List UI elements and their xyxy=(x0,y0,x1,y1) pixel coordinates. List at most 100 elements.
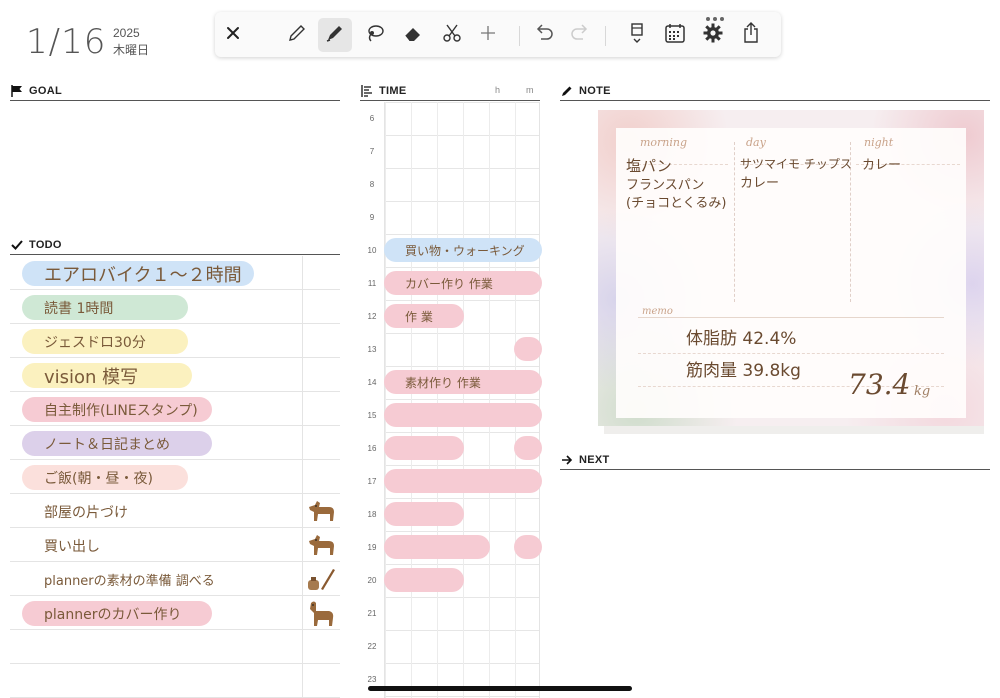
time-block[interactable] xyxy=(384,568,464,592)
todo-check-cell[interactable] xyxy=(302,460,340,493)
lasso-tool-button[interactable] xyxy=(358,18,392,52)
todo-text: plannerの素材の準備 調べる xyxy=(44,574,215,589)
next-title: NEXT xyxy=(579,453,610,466)
redo-button[interactable] xyxy=(563,18,597,52)
todo-text: ノート＆日記まとめ xyxy=(44,437,170,453)
todo-check-cell[interactable] xyxy=(302,494,340,527)
bookmark-icon xyxy=(629,21,645,49)
hour-label: 11 xyxy=(367,279,377,288)
hour-label: 14 xyxy=(367,378,377,387)
plus-icon xyxy=(479,24,497,46)
time-block[interactable] xyxy=(514,535,542,559)
todo-item[interactable]: エアロバイク１～２時間 xyxy=(10,256,340,290)
share-button[interactable] xyxy=(734,18,768,52)
todo-item[interactable] xyxy=(10,630,340,664)
date-weekday: 木曜日 xyxy=(113,43,150,57)
scissors-tool-button[interactable] xyxy=(435,18,469,52)
dog-sticker-icon xyxy=(309,501,334,521)
hour-label: 17 xyxy=(367,477,377,486)
weight-value: 73.4 xyxy=(848,368,911,401)
todo-list: エアロバイク１～２時間 読書 1時間 ジェスドロ30分 vision 模写 自主… xyxy=(10,256,340,698)
next-writing-area[interactable] xyxy=(560,470,990,690)
time-block[interactable] xyxy=(384,436,464,460)
todo-check-cell[interactable] xyxy=(302,256,340,289)
next-header: NEXT xyxy=(560,450,990,470)
todo-text: ジェスドロ30分 xyxy=(44,335,146,351)
todo-item[interactable]: ジェスドロ30分 xyxy=(10,324,340,358)
time-grid[interactable]: 6 7 8 9 10 11 12 13 14 15 16 17 18 19 20 21 22 23 買い物・ウォー… xyxy=(360,102,542,698)
time-h-label: h xyxy=(495,85,501,95)
time-block[interactable] xyxy=(384,469,542,493)
todo-item[interactable]: plannerのカバー作り xyxy=(10,596,340,630)
day-line: カレー xyxy=(740,176,780,191)
date-year: 2025 xyxy=(113,26,140,40)
todo-text: ご飯(朝・昼・夜) xyxy=(44,471,153,487)
time-block-label: カバー作り 作業 xyxy=(405,277,493,291)
todo-title: TODO xyxy=(29,238,62,251)
goal-writing-area[interactable] xyxy=(10,102,340,237)
hour-label: 8 xyxy=(369,180,375,189)
todo-check-cell[interactable] xyxy=(302,562,340,595)
close-button[interactable] xyxy=(216,18,250,52)
time-block[interactable] xyxy=(514,337,542,361)
hour-label: 10 xyxy=(367,246,377,255)
todo-check-cell[interactable] xyxy=(302,358,340,391)
eraser-tool-button[interactable] xyxy=(396,18,430,52)
hour-label: 21 xyxy=(367,609,377,618)
time-block[interactable] xyxy=(384,535,490,559)
todo-item[interactable]: 買い出し xyxy=(10,528,340,562)
pencil-tool-button[interactable] xyxy=(280,18,314,52)
todo-check-cell[interactable] xyxy=(302,426,340,459)
redo-icon xyxy=(569,23,591,47)
pen-icon xyxy=(560,84,574,98)
todo-item[interactable] xyxy=(10,664,340,698)
todo-check-cell[interactable] xyxy=(302,528,340,561)
todo-check-cell[interactable] xyxy=(302,392,340,425)
memo-label: memo xyxy=(642,306,673,317)
todo-header: TODO xyxy=(10,235,340,255)
close-icon xyxy=(225,25,241,45)
time-block[interactable] xyxy=(384,403,542,427)
todo-check-cell[interactable] xyxy=(302,596,340,629)
todo-item[interactable]: 読書 1時間 xyxy=(10,290,340,324)
hour-label: 22 xyxy=(367,642,377,651)
home-indicator[interactable] xyxy=(368,686,632,691)
todo-item[interactable]: 部屋の片づけ xyxy=(10,494,340,528)
todo-item[interactable]: 自主制作(LINEスタンプ) xyxy=(10,392,340,426)
bookmark-button[interactable] xyxy=(620,18,654,52)
todo-check-cell[interactable] xyxy=(302,290,340,323)
date-day: 1/16 xyxy=(26,22,107,62)
hour-label: 13 xyxy=(367,345,377,354)
add-button[interactable] xyxy=(471,18,505,52)
todo-check-cell[interactable] xyxy=(302,324,340,357)
marker-icon xyxy=(324,22,346,48)
muscle-mass-memo: 筋肉量 39.8kg xyxy=(686,361,801,381)
todo-check-cell[interactable] xyxy=(302,630,340,663)
todo-check-cell[interactable] xyxy=(302,664,340,697)
meal-memo-card[interactable]: morning day night memo 塩パン フランスパン (チョコとく… xyxy=(598,110,984,426)
hour-label: 18 xyxy=(367,510,377,519)
day-line: サツマイモ チップス xyxy=(740,157,852,171)
pen-tool-button[interactable] xyxy=(318,18,352,52)
body-fat-memo: 体脂肪 42.4% xyxy=(686,329,797,349)
calendar-button[interactable] xyxy=(658,18,692,52)
time-cells[interactable]: 買い物・ウォーキング カバー作り 作業作 業素材作り 作業 xyxy=(384,102,542,698)
undo-button[interactable] xyxy=(527,18,561,52)
todo-item[interactable]: plannerの素材の準備 調べる xyxy=(10,562,340,596)
settings-button[interactable] xyxy=(696,18,730,52)
hour-label: 6 xyxy=(369,114,375,123)
time-block-label: 作 業 xyxy=(405,310,433,324)
todo-text: エアロバイク１～２時間 xyxy=(44,265,242,286)
timeline-icon xyxy=(360,84,374,98)
todo-text: vision 模写 xyxy=(44,367,139,388)
time-block-label: 素材作り 作業 xyxy=(405,376,481,390)
time-m-label: m xyxy=(526,85,534,95)
time-block[interactable] xyxy=(514,436,542,460)
morning-label: morning xyxy=(640,136,688,149)
todo-item[interactable]: ご飯(朝・昼・夜) xyxy=(10,460,340,494)
goal-title: GOAL xyxy=(29,84,62,97)
todo-item[interactable]: ノート＆日記まとめ xyxy=(10,426,340,460)
todo-item[interactable]: vision 模写 xyxy=(10,358,340,392)
time-block[interactable] xyxy=(384,502,464,526)
weight-unit: kg xyxy=(914,384,931,399)
